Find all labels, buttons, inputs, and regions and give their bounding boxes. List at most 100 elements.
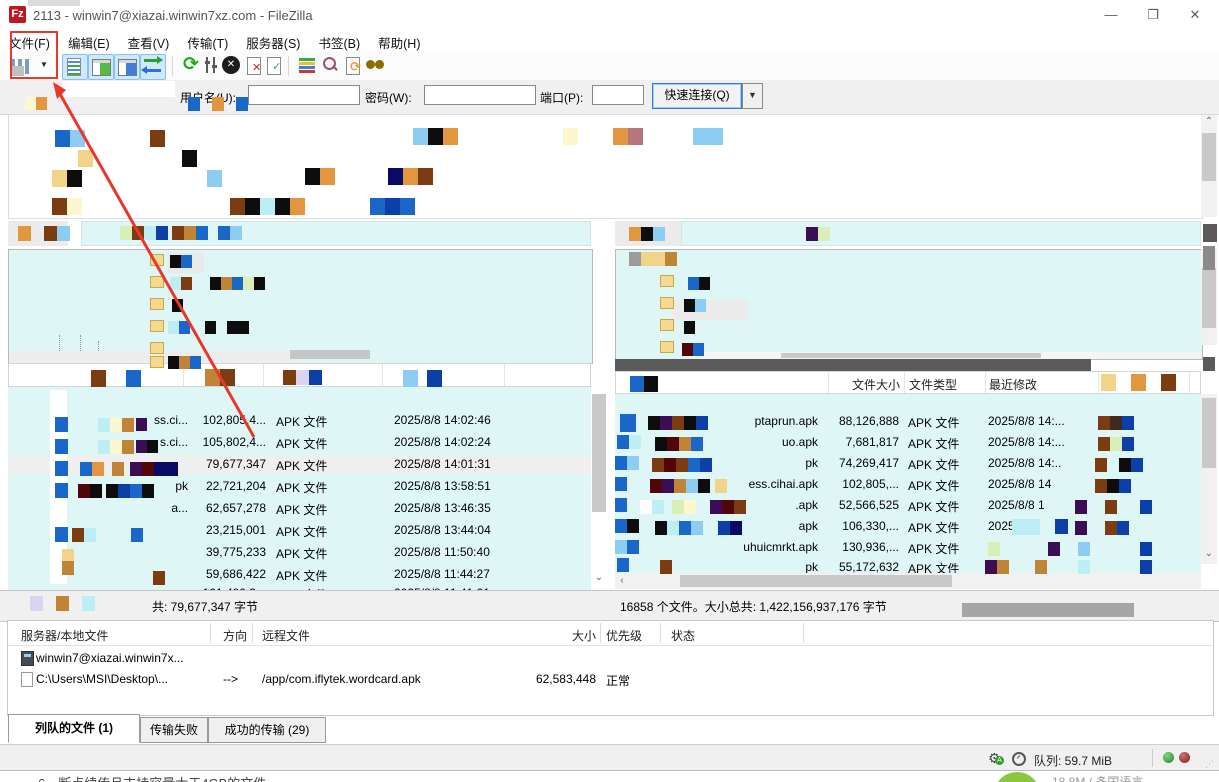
queue-header[interactable]: 服务器/本地文件 方向远程文件 大小优先级 状态 [8,621,1213,646]
speed-limit-icon[interactable] [1012,752,1026,766]
queue-tab[interactable]: 列队的文件 (1) [8,714,140,743]
redaction-block [684,299,695,312]
redaction-block [190,356,201,369]
table-row[interactable]: s.ci...105,802,4...APK 文件2025/8/8 14:02:… [8,433,591,452]
quickconnect-dropdown-button[interactable]: ▼ [742,83,763,109]
background-right-text: 18.8M / 多国语言 [1052,773,1143,782]
scroll-up-icon[interactable]: ⌃ [1201,116,1217,127]
disconnect-icon[interactable]: ✕ [243,54,265,78]
remote-tree-toggle-icon[interactable] [114,54,140,80]
redaction-block [418,168,433,185]
redaction-block [181,277,192,290]
queue-local-file: C:\Users\MSI\Desktop\... [36,672,168,688]
file-size: 130,936,... [824,540,899,556]
redaction-block [691,521,703,535]
folder-icon [660,275,674,287]
queue-column-header[interactable]: 大小 [528,627,596,644]
queue-toggle-icon[interactable] [140,54,166,80]
find-files-icon[interactable] [364,54,386,78]
file-name [48,523,188,539]
port-input[interactable] [592,85,644,105]
file-type: APK 文件 [908,519,959,535]
redaction-block [615,477,627,491]
redaction-block [653,252,665,266]
redaction-block [1075,521,1087,535]
queue-column-header[interactable]: 优先级 [606,627,642,644]
redaction-block [655,521,667,535]
table-row[interactable]: ss.ci...102,805,4...APK 文件2025/8/8 14:02… [8,411,591,430]
table-row[interactable]: pk55,172,632APK 文件 [615,558,1201,573]
redaction-block [388,168,403,185]
local-list-scrollbar[interactable]: ⌄ [591,387,607,590]
quickconnect-button[interactable]: 快速连接(Q) [652,83,742,109]
synchronized-browsing-icon[interactable] [319,54,341,78]
column-type[interactable]: 文件类型 [909,376,957,393]
transfer-queue-panel[interactable]: 服务器/本地文件 方向远程文件 大小优先级 状态 winwin7@xiazai.win… [7,620,1214,716]
redaction-block [188,97,200,111]
compare-directories-icon[interactable] [296,54,318,78]
redaction-block [667,437,679,451]
queue-column-header[interactable]: 服务器/本地文件 [21,627,108,644]
redaction-block [676,458,688,472]
table-row[interactable]: 59,686,422APK 文件2025/8/8 11:44:27 [8,565,591,584]
redaction-block [25,97,36,110]
file-modified: 2025/8/8 14:01:31 [394,457,491,473]
redaction-block [238,321,249,334]
remote-list-hscrollbar[interactable]: ‹ [615,573,1201,589]
folder-icon [660,297,674,309]
local-directory-tree[interactable] [8,249,593,364]
remote-path-bar[interactable] [615,220,1201,247]
local-tree-toggle-icon[interactable] [88,54,114,80]
redaction-block [1203,224,1217,242]
scroll-down-icon[interactable]: ⌄ [1201,548,1217,559]
minimize-button[interactable]: — [1090,0,1132,29]
title-bar[interactable]: Fz 2113 - winwin7@xiazai.winwin7xz.com -… [0,0,1219,31]
redaction-block [629,435,641,449]
redaction-block [92,462,104,476]
redaction-block [136,418,147,431]
redaction-block [147,440,158,453]
toolbar: ▼⟳✕✕✓⟳ [0,52,1219,81]
username-input[interactable] [248,85,360,105]
redaction-block [179,356,190,369]
redaction-block [1075,500,1087,514]
scroll-down-icon[interactable]: ⌄ [591,572,607,583]
redaction-block [699,277,710,290]
resize-grip[interactable]: ⋰ [1205,759,1215,768]
process-queue-icon[interactable]: ⟳ [342,54,364,78]
redaction-block [243,277,254,290]
settings-gear-icon[interactable]: ⚙A [988,750,1003,765]
queue-column-header[interactable]: 远程文件 [262,627,310,644]
column-size[interactable]: 文件大小 [835,376,900,393]
queue-row[interactable]: C:\Users\MSI\Desktop\...-->/app/com.ifly… [8,670,1211,690]
cancel-icon[interactable]: ✕ [220,54,242,78]
column-modified[interactable]: 最近修改 [989,376,1037,393]
queue-column-header[interactable]: 状态 [671,627,695,644]
local-path-bar[interactable] [8,220,591,247]
scroll-left-icon[interactable]: ‹ [615,575,629,586]
queue-tab[interactable]: 传输失败 [140,717,208,743]
file-type: APK 文件 [276,479,327,495]
message-log-scrollbar[interactable]: ⌃ [1201,115,1217,217]
queue-column-header[interactable]: 方向 [223,627,247,644]
password-input[interactable] [424,85,536,105]
table-row[interactable]: a...62,657,278APK 文件2025/8/8 13:46:35 [8,499,591,518]
redaction-block [718,521,730,535]
local-status-text: 共: 79,677,347 字节 [152,598,258,615]
close-button[interactable]: ✕ [1174,0,1216,29]
refresh-icon[interactable]: ⟳ [180,54,202,78]
table-row[interactable]: uhuicmrkt.apk130,936,...APK 文件 [615,538,1201,557]
redaction-block [413,128,428,145]
redaction-block [644,376,658,392]
redaction-block [674,479,686,493]
redaction-block [218,226,230,240]
maximize-button[interactable]: ❐ [1132,0,1174,29]
queue-tab[interactable]: 成功的传输 (29) [208,717,326,743]
redaction-block [36,97,47,110]
redaction-block [696,416,708,430]
remote-list-scrollbar[interactable]: ⌄ [1201,394,1217,564]
reconnect-icon[interactable]: ✓ [263,54,285,78]
table-row[interactable]: 39,775,233APK 文件2025/8/8 11:50:40 [8,543,591,562]
queue-row[interactable]: winwin7@xiazai.winwin7x... [8,649,1211,669]
message-log-toggle-icon[interactable] [62,54,88,80]
